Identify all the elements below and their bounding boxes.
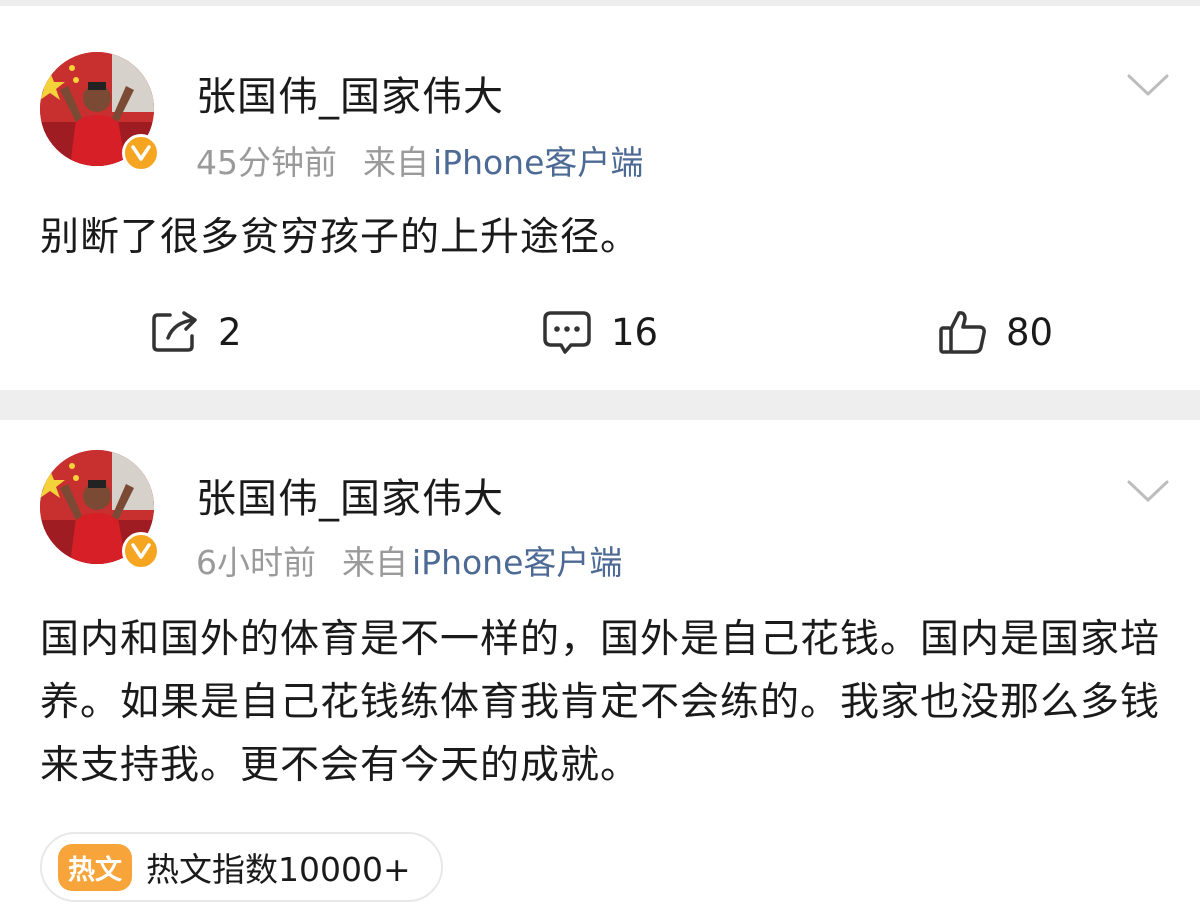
thumbs-up-icon — [939, 311, 986, 354]
post-card[interactable]: 张国伟_国家伟大 45分钟前 来自 iPhone客户端 别断了很多贫穷孩子的上升途径… — [0, 6, 1200, 390]
source-label: 来自 — [342, 543, 408, 582]
hot-badge: 热文 — [58, 843, 132, 891]
weibo-feed: 张国伟_国家伟大 45分钟前 来自 iPhone客户端 别断了很多贫穷孩子的上升途径… — [0, 0, 1200, 910]
post-separator — [0, 390, 1200, 420]
repost-button[interactable]: 2 — [150, 304, 242, 360]
like-count: 80 — [1006, 310, 1054, 354]
post-meta: 45分钟前 来自 iPhone客户端 — [196, 136, 643, 184]
username[interactable]: 张国伟_国家伟大 — [196, 466, 504, 524]
hot-index-text: 热文指数10000+ — [146, 850, 411, 889]
source-client-link[interactable]: iPhone客户端 — [433, 143, 643, 182]
post-time: 6小时前 — [196, 543, 316, 582]
post-time: 45分钟前 — [196, 143, 337, 182]
chevron-down-icon[interactable] — [1126, 478, 1170, 504]
comment-count: 16 — [611, 310, 659, 354]
comment-button[interactable]: 16 — [541, 304, 658, 360]
action-bar: 2 16 80 — [0, 304, 1200, 360]
source-label: 来自 — [363, 143, 429, 182]
repost-icon — [152, 311, 197, 352]
post-meta: 6小时前 来自 iPhone客户端 — [196, 536, 622, 584]
source-client-link[interactable]: iPhone客户端 — [412, 543, 622, 582]
comment-icon — [543, 311, 591, 354]
verified-v-icon — [122, 532, 160, 570]
username[interactable]: 张国伟_国家伟大 — [196, 64, 504, 122]
post-card[interactable]: 张国伟_国家伟大 6小时前 来自 iPhone客户端 国内和国外的体育是不一样的，国… — [0, 420, 1200, 910]
post-text: 别断了很多贫穷孩子的上升途径。 — [40, 215, 641, 260]
like-button[interactable]: 80 — [938, 304, 1053, 360]
chevron-down-icon[interactable] — [1126, 72, 1170, 98]
hot-article-tag[interactable]: 热文 热文指数10000+ — [40, 832, 443, 902]
post-text: 国内和国外的体育是不一样的，国外是自己花钱。国内是国家培养。如果是自己花钱练体育… — [40, 617, 1161, 788]
verified-v-icon — [122, 134, 160, 172]
repost-count: 2 — [218, 310, 242, 354]
